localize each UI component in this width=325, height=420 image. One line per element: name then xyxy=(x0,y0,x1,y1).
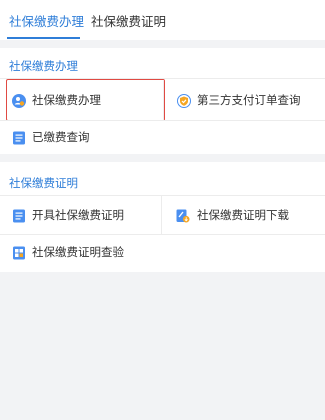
grid-item-label: 社保缴费证明查验 xyxy=(32,245,124,259)
section-title-payment-certificate: 社保缴费证明 xyxy=(9,176,78,190)
payment-certificate-section: 社保缴费证明 开具社保缴费证明 社保缴费证明下载 社保缴费证明查验 xyxy=(0,162,325,272)
grid-item-issue-certificate[interactable]: 开具社保缴费证明 xyxy=(0,196,162,235)
section-title-payment-handling: 社保缴费办理 xyxy=(9,59,78,73)
active-tab-indicator xyxy=(7,37,80,39)
document-list-icon xyxy=(12,130,26,145)
grid-item-paid-query[interactable]: 已缴费查询 xyxy=(0,121,162,153)
document-list-icon xyxy=(12,208,26,223)
tab-payment-handling[interactable]: 社保缴费办理 xyxy=(9,0,84,40)
download-certificate-icon xyxy=(176,208,190,223)
highlight-box xyxy=(6,79,165,121)
grid-item-label: 第三方支付订单查询 xyxy=(197,93,301,107)
tab-bar: 社保缴费办理 社保缴费证明 xyxy=(0,0,325,40)
verify-certificate-icon xyxy=(12,245,26,260)
grid-item-label: 已缴费查询 xyxy=(32,130,90,144)
grid-item-label: 社保缴费证明下载 xyxy=(197,208,289,222)
payment-handling-section: 社保缴费办理 社保缴费办理 第三方支付订单查询 已缴费查询 xyxy=(0,48,325,154)
grid-item-third-party-order-query[interactable]: 第三方支付订单查询 xyxy=(164,80,325,119)
grid-item-label: 开具社保缴费证明 xyxy=(32,208,124,222)
grid-item-download-certificate[interactable]: 社保缴费证明下载 xyxy=(162,196,325,235)
tab-payment-certificate[interactable]: 社保缴费证明 xyxy=(91,0,166,40)
grid-item-verify-certificate[interactable]: 社保缴费证明查验 xyxy=(0,235,162,271)
shield-check-icon xyxy=(177,93,191,108)
